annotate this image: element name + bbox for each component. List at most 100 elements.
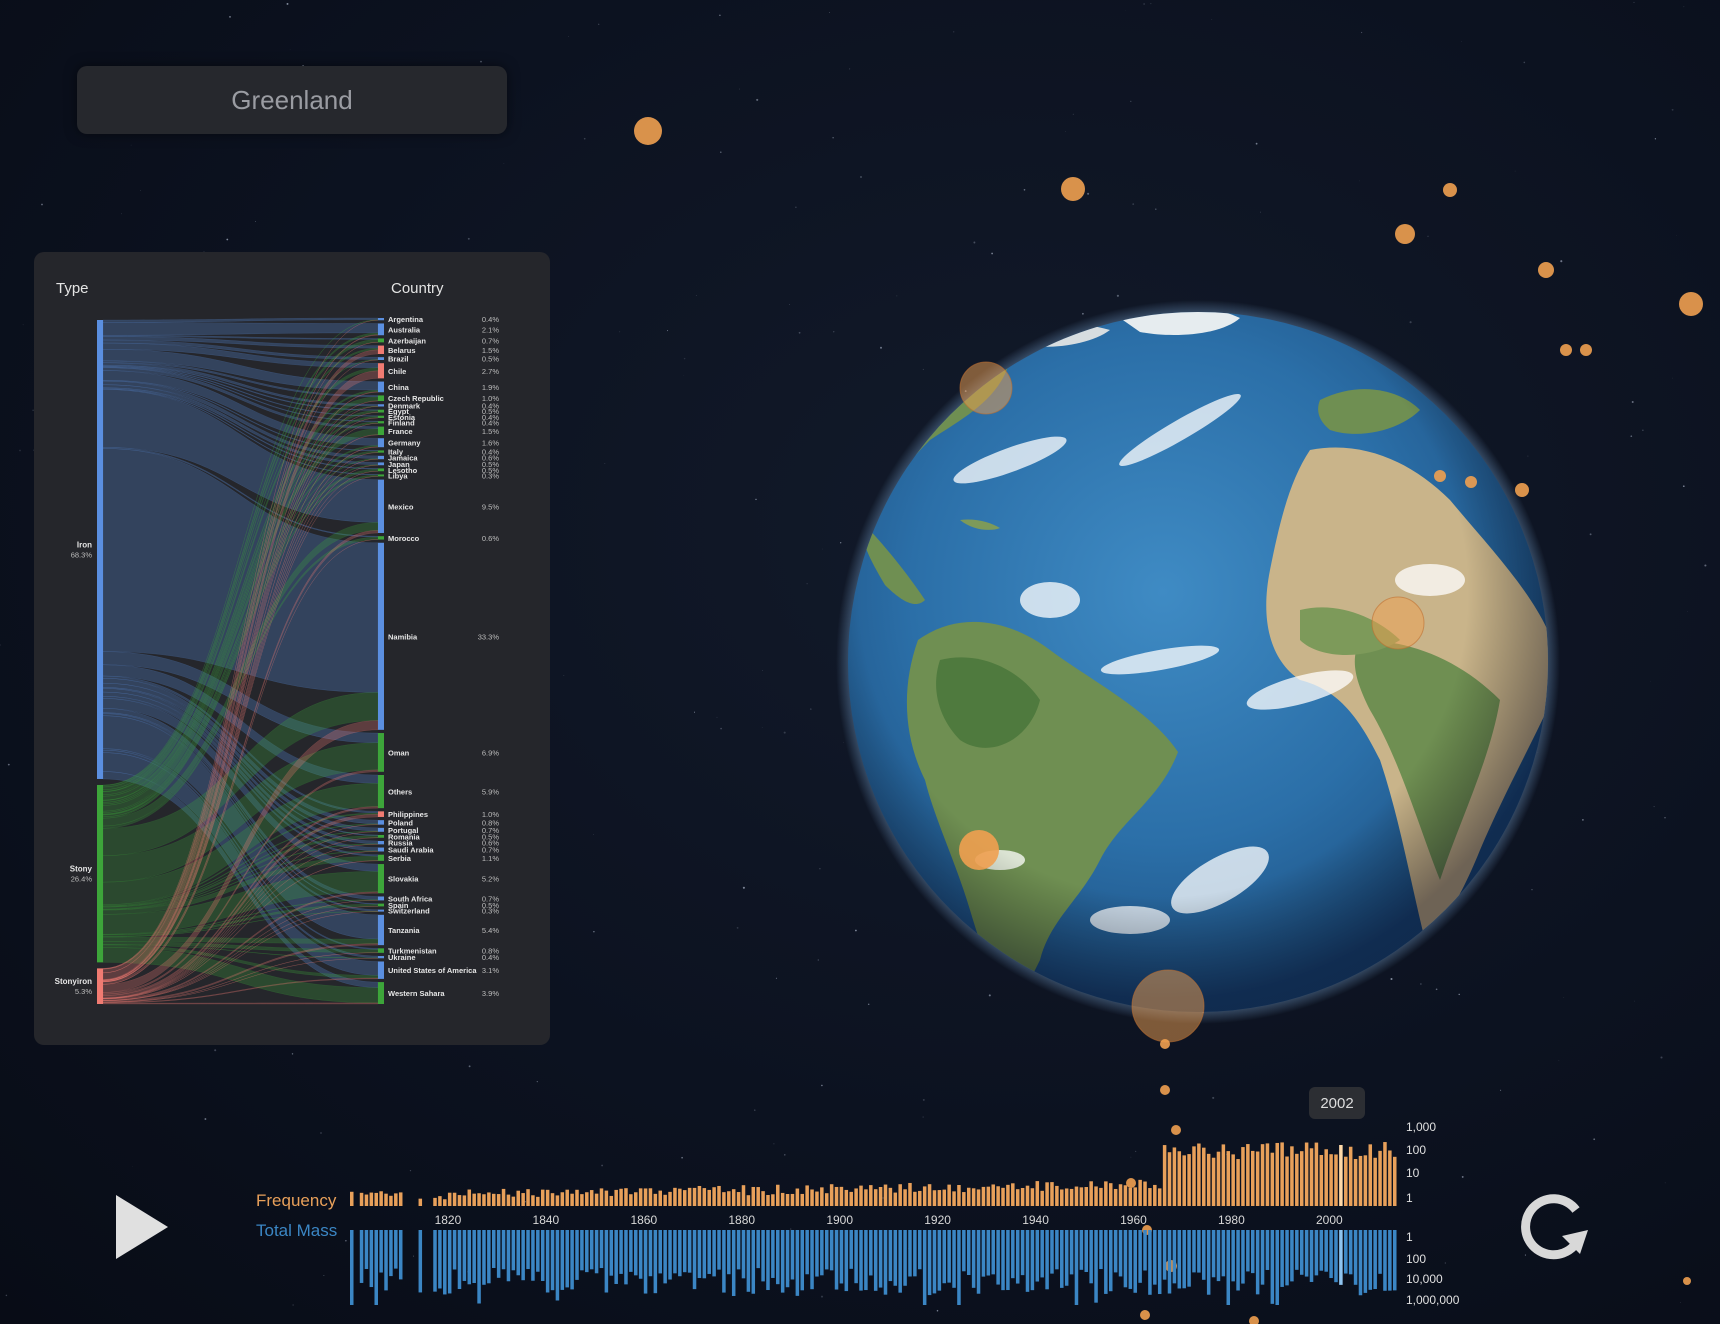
mass-bar[interactable] bbox=[389, 1230, 393, 1277]
mass-bar[interactable] bbox=[398, 1230, 403, 1280]
frequency-bar[interactable] bbox=[1074, 1186, 1079, 1206]
mass-bar[interactable] bbox=[1231, 1230, 1235, 1282]
frequency-bar[interactable] bbox=[947, 1184, 951, 1206]
mass-bar[interactable] bbox=[1226, 1230, 1231, 1305]
mass-bar[interactable] bbox=[580, 1230, 584, 1271]
mass-bar[interactable] bbox=[1030, 1230, 1035, 1291]
frequency-bar[interactable] bbox=[1275, 1142, 1279, 1206]
mass-bar[interactable] bbox=[903, 1230, 907, 1286]
mass-bar[interactable] bbox=[359, 1230, 364, 1283]
mass-bar[interactable] bbox=[947, 1230, 951, 1283]
frequency-bar[interactable] bbox=[815, 1191, 819, 1206]
frequency-bar[interactable] bbox=[873, 1189, 878, 1206]
mass-bar[interactable] bbox=[893, 1230, 898, 1286]
frequency-bar[interactable] bbox=[678, 1188, 682, 1206]
frequency-bar[interactable] bbox=[927, 1184, 932, 1206]
mass-bar[interactable] bbox=[516, 1230, 520, 1276]
frequency-bar[interactable] bbox=[986, 1186, 991, 1206]
mass-bar[interactable] bbox=[1260, 1230, 1265, 1285]
frequency-bar[interactable] bbox=[795, 1188, 800, 1206]
frequency-bar[interactable] bbox=[839, 1186, 844, 1206]
mass-bar[interactable] bbox=[418, 1230, 423, 1293]
mass-bar[interactable] bbox=[1206, 1230, 1211, 1295]
mass-bar[interactable] bbox=[438, 1230, 442, 1289]
frequency-bar[interactable] bbox=[849, 1191, 853, 1206]
frequency-bar[interactable] bbox=[1358, 1155, 1363, 1206]
mass-bar[interactable] bbox=[457, 1230, 462, 1290]
frequency-bar[interactable] bbox=[844, 1189, 849, 1206]
mass-bar[interactable] bbox=[805, 1230, 809, 1275]
frequency-bar[interactable] bbox=[854, 1188, 858, 1206]
frequency-bar[interactable] bbox=[1368, 1144, 1373, 1206]
play-button[interactable] bbox=[114, 1193, 170, 1261]
frequency-bar[interactable] bbox=[1157, 1188, 1162, 1206]
mass-bar[interactable] bbox=[1133, 1230, 1137, 1293]
frequency-bar[interactable] bbox=[1236, 1159, 1240, 1206]
frequency-bar[interactable] bbox=[668, 1191, 672, 1206]
mass-bar[interactable] bbox=[971, 1230, 976, 1288]
mass-bar[interactable] bbox=[1177, 1230, 1182, 1289]
mass-bar[interactable] bbox=[658, 1230, 663, 1274]
timeline-histogram[interactable]: 1820 1840 1860 1880 1900 1920 1940 1960 1980 2000… bbox=[0, 0, 1720, 1324]
mass-bar[interactable] bbox=[496, 1230, 501, 1278]
frequency-bar[interactable] bbox=[1104, 1181, 1108, 1206]
mass-bar[interactable] bbox=[609, 1230, 614, 1276]
frequency-bar[interactable] bbox=[771, 1194, 775, 1206]
mass-bar[interactable] bbox=[394, 1230, 398, 1269]
frequency-bar[interactable] bbox=[648, 1188, 653, 1206]
mass-bar[interactable] bbox=[531, 1230, 535, 1281]
mass-bar[interactable] bbox=[1353, 1230, 1358, 1285]
frequency-bar[interactable] bbox=[1069, 1188, 1074, 1206]
frequency-bar[interactable] bbox=[394, 1193, 398, 1206]
frequency-bar[interactable] bbox=[477, 1193, 481, 1206]
frequency-bar[interactable] bbox=[1055, 1185, 1059, 1206]
mass-bar[interactable] bbox=[560, 1230, 565, 1290]
frequency-bar[interactable] bbox=[962, 1192, 966, 1206]
mass-bar[interactable] bbox=[996, 1230, 1000, 1285]
frequency-bar[interactable] bbox=[1202, 1147, 1206, 1206]
mass-bar[interactable] bbox=[1113, 1230, 1118, 1273]
mass-bar[interactable] bbox=[1378, 1230, 1382, 1274]
mass-bar[interactable] bbox=[702, 1230, 707, 1279]
frequency-bar[interactable] bbox=[1108, 1183, 1113, 1206]
frequency-bar[interactable] bbox=[1319, 1155, 1324, 1206]
mass-bar[interactable] bbox=[957, 1230, 961, 1305]
frequency-bar[interactable] bbox=[1182, 1155, 1186, 1206]
mass-bar[interactable] bbox=[722, 1230, 726, 1293]
mass-bar[interactable] bbox=[1192, 1230, 1196, 1273]
frequency-bar[interactable] bbox=[1187, 1154, 1191, 1206]
mass-bar[interactable] bbox=[908, 1230, 912, 1277]
mass-bar[interactable] bbox=[443, 1230, 447, 1295]
mass-bar[interactable] bbox=[1143, 1230, 1147, 1271]
mass-bar[interactable] bbox=[1148, 1230, 1152, 1295]
mass-bar[interactable] bbox=[374, 1230, 378, 1305]
mass-bar[interactable] bbox=[962, 1230, 966, 1272]
frequency-bar[interactable] bbox=[438, 1196, 442, 1206]
frequency-bar[interactable] bbox=[1172, 1147, 1177, 1206]
mass-bar[interactable] bbox=[761, 1230, 765, 1282]
mass-bar[interactable] bbox=[350, 1230, 354, 1305]
frequency-bar[interactable] bbox=[761, 1191, 765, 1206]
frequency-bar[interactable] bbox=[971, 1188, 976, 1206]
frequency-bar[interactable] bbox=[1373, 1157, 1377, 1206]
mass-bar[interactable] bbox=[1020, 1230, 1025, 1276]
frequency-bar[interactable] bbox=[1084, 1187, 1089, 1206]
mass-bar[interactable] bbox=[1299, 1230, 1304, 1275]
mass-bar[interactable] bbox=[487, 1230, 491, 1284]
frequency-bar[interactable] bbox=[594, 1193, 599, 1206]
frequency-bar[interactable] bbox=[898, 1184, 902, 1206]
frequency-bar[interactable] bbox=[1143, 1181, 1147, 1206]
frequency-bar[interactable] bbox=[643, 1188, 648, 1206]
frequency-bar[interactable] bbox=[619, 1188, 623, 1206]
frequency-bar[interactable] bbox=[511, 1196, 516, 1206]
mass-bar[interactable] bbox=[888, 1230, 893, 1282]
frequency-bar[interactable] bbox=[350, 1191, 354, 1206]
mass-bar[interactable] bbox=[575, 1230, 579, 1280]
frequency-bar[interactable] bbox=[447, 1192, 452, 1206]
mass-bar[interactable] bbox=[873, 1230, 878, 1291]
mass-bar[interactable] bbox=[1275, 1230, 1279, 1305]
mass-bar[interactable] bbox=[981, 1230, 986, 1277]
mass-bar[interactable] bbox=[1373, 1230, 1377, 1290]
mass-bar[interactable] bbox=[1138, 1230, 1142, 1283]
mass-bar[interactable] bbox=[766, 1230, 770, 1291]
